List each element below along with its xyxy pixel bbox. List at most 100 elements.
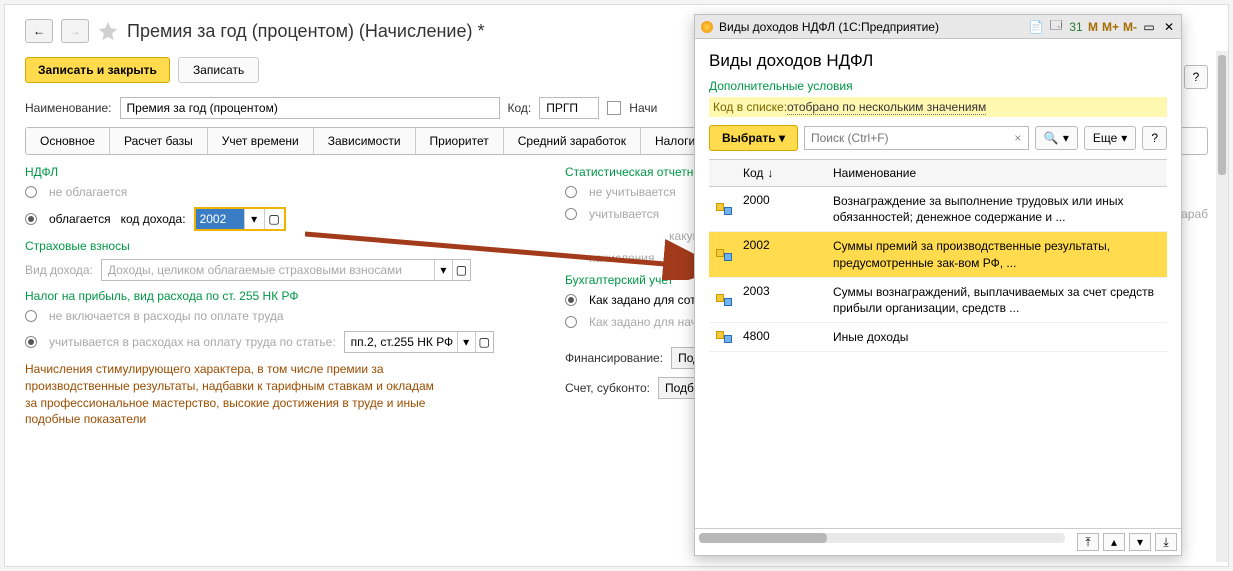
nav-back-button[interactable]: ←: [25, 19, 53, 43]
name-input[interactable]: [120, 97, 500, 119]
contrib-header: Страховые взносы: [25, 239, 525, 253]
stat-opt1-label: не учитывается: [589, 185, 676, 199]
tab-priority[interactable]: Приоритет: [416, 128, 504, 154]
row-code: 2002: [739, 232, 829, 276]
row-name: Вознаграждение за выполнение трудовых ил…: [829, 187, 1167, 231]
financing-label: Финансирование:: [565, 351, 663, 365]
calc-checkbox[interactable]: [607, 101, 621, 115]
row-name: Суммы вознаграждений, выплачиваемых за с…: [829, 278, 1167, 322]
memory-mplus[interactable]: M+: [1102, 20, 1119, 34]
col-code-header[interactable]: Код ↓: [739, 160, 829, 186]
table-row[interactable]: 2003Суммы вознаграждений, выплачиваемых …: [709, 278, 1167, 323]
name-label: Наименование:: [25, 101, 112, 115]
bu-opt1-radio[interactable]: [565, 294, 577, 306]
account-label: Счет, субконто:: [565, 381, 650, 395]
chevron-down-icon: ▾: [1121, 131, 1127, 145]
scroll-up-button[interactable]: ▴: [1103, 533, 1125, 551]
row-name: Суммы премий за производственные результ…: [829, 232, 1167, 276]
col-name-header[interactable]: Наименование: [829, 160, 1167, 186]
clear-search-icon[interactable]: ×: [1008, 127, 1028, 149]
open-icon[interactable]: ▢: [475, 332, 493, 352]
tab-base[interactable]: Расчет базы: [110, 128, 208, 154]
income-code-input[interactable]: [196, 209, 244, 229]
tab-time[interactable]: Учет времени: [208, 128, 314, 154]
open-icon[interactable]: ▢: [452, 260, 470, 280]
dropdown-icon[interactable]: ▾: [434, 260, 452, 280]
chevron-down-icon: ▾: [779, 131, 785, 145]
article-note: Начисления стимулирующего характера, в т…: [25, 361, 445, 428]
table-row[interactable]: 4800Иные доходы: [709, 323, 1167, 352]
page-title: Премия за год (процентом) (Начисление) *: [127, 21, 485, 42]
popup-titlebar: Виды доходов НДФЛ (1С:Предприятие) 📄 🗔 3…: [695, 15, 1181, 39]
stat-opt2-radio[interactable]: [565, 208, 577, 220]
code-label: Код:: [508, 101, 532, 115]
print-icon[interactable]: 📄: [1028, 19, 1044, 35]
ndfl-taxed-radio[interactable]: [25, 213, 37, 225]
profit-article-value: пп.2, ст.255 НК РФ: [345, 332, 457, 352]
contrib-kind-label: Вид дохода:: [25, 263, 93, 277]
calendar-icon[interactable]: 31: [1068, 19, 1084, 35]
write-button[interactable]: Записать: [178, 57, 259, 83]
row-code: 2003: [739, 278, 829, 322]
ndfl-not-taxed-radio[interactable]: [25, 186, 37, 198]
popup-heading: Виды доходов НДФЛ: [709, 51, 1167, 71]
income-code-dropdown[interactable]: ▾: [244, 209, 264, 229]
write-and-close-button[interactable]: Записать и закрыть: [25, 57, 170, 83]
select-button[interactable]: Выбрать ▾: [709, 125, 798, 151]
minimize-icon[interactable]: ▭: [1141, 19, 1157, 35]
close-icon[interactable]: ✕: [1161, 19, 1177, 35]
income-code-open[interactable]: ▢: [264, 209, 284, 229]
profit-opt2-radio[interactable]: [25, 336, 37, 348]
row-icon: [716, 249, 732, 261]
bu-opt2-radio[interactable]: [565, 316, 577, 328]
more-button[interactable]: Еще ▾: [1084, 126, 1136, 150]
chevron-down-icon: ▾: [1063, 131, 1069, 145]
favorite-star-icon[interactable]: [97, 20, 119, 42]
table-row[interactable]: 2002Суммы премий за производственные рез…: [709, 232, 1167, 277]
calc-icon[interactable]: 🗔: [1048, 19, 1064, 35]
horizontal-scrollbar[interactable]: [699, 533, 1065, 543]
ndfl-not-taxed-label: не облагается: [49, 185, 127, 199]
memory-m[interactable]: M: [1088, 20, 1098, 34]
stat-opt2-label: учитывается: [589, 207, 659, 221]
table-row[interactable]: 2000Вознаграждение за выполнение трудовы…: [709, 187, 1167, 232]
memory-mminus[interactable]: M-: [1123, 20, 1137, 34]
profit-header: Налог на прибыль, вид расхода по ст. 255…: [25, 289, 525, 303]
row-icon: [716, 203, 732, 215]
scroll-top-button[interactable]: ⤒: [1077, 533, 1099, 551]
row-icon: [716, 294, 732, 306]
sort-down-icon: ↓: [767, 166, 773, 180]
popup-help-button[interactable]: ?: [1142, 126, 1167, 150]
income-types-grid: Код ↓ Наименование 2000Вознаграждение за…: [709, 159, 1167, 528]
contrib-kind-value: Доходы, целиком облагаемые страховыми вз…: [102, 260, 434, 280]
tab-main[interactable]: Основное: [26, 128, 110, 154]
extra-conditions-link[interactable]: Дополнительные условия: [709, 79, 1167, 93]
row-code: 2000: [739, 187, 829, 231]
stat-opt3-label: начисления: [589, 251, 655, 265]
app-icon: [699, 19, 715, 35]
stat-opt1-radio[interactable]: [565, 186, 577, 198]
row-name: Иные доходы: [829, 323, 1167, 351]
filter-bar: Код в списке:отобрано по нескольким знач…: [709, 97, 1167, 117]
profit-article-select[interactable]: пп.2, ст.255 НК РФ ▾ ▢: [344, 331, 494, 353]
help-button[interactable]: ?: [1184, 65, 1208, 89]
tab-deps[interactable]: Зависимости: [314, 128, 416, 154]
contrib-kind-select[interactable]: Доходы, целиком облагаемые страховыми вз…: [101, 259, 471, 281]
profit-opt1-radio[interactable]: [25, 310, 37, 322]
filter-value[interactable]: отобрано по нескольким значениям: [787, 100, 986, 115]
code-input[interactable]: [539, 97, 599, 119]
tab-avg[interactable]: Средний заработок: [504, 128, 641, 154]
vertical-scrollbar[interactable]: [1216, 51, 1228, 562]
nav-forward-button[interactable]: →: [61, 19, 89, 43]
bu-opt2-label: Как задано для начи: [589, 315, 704, 329]
popup-chrome-title: Виды доходов НДФЛ (1С:Предприятие): [719, 20, 939, 34]
ndfl-code-label: код дохода:: [121, 212, 186, 226]
search-input[interactable]: [805, 127, 1008, 149]
calc-label: Начи: [629, 101, 657, 115]
row-code: 4800: [739, 323, 829, 351]
scroll-bottom-button[interactable]: ⤓: [1155, 533, 1177, 551]
scroll-down-button[interactable]: ▾: [1129, 533, 1151, 551]
search-submit-button[interactable]: 🔍▾: [1035, 126, 1078, 150]
dropdown-icon[interactable]: ▾: [457, 332, 475, 352]
profit-opt2-label: учитывается в расходах на оплату труда п…: [49, 335, 336, 349]
